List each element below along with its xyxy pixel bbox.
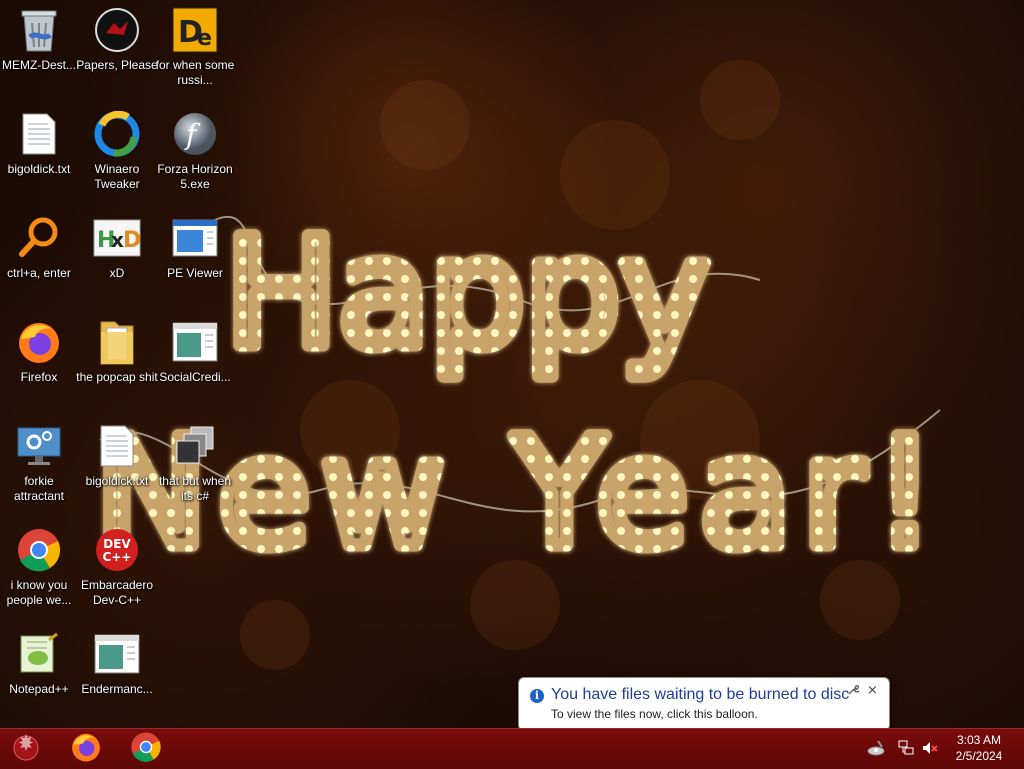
clock-date: 2/5/2024 bbox=[955, 749, 1003, 763]
svg-text:C++: C++ bbox=[103, 550, 132, 564]
icon-label: that but when its c# bbox=[158, 474, 232, 503]
desktop-icon-devcpp[interactable]: DEV C++ Embarcadero Dev-C++ bbox=[78, 520, 156, 620]
taskbar: 3:03 AM 2/5/2024 bbox=[0, 728, 1024, 769]
desktop-icon-memz[interactable]: MEMZ-Dest... bbox=[0, 0, 78, 100]
icon-label: for when some russi... bbox=[155, 58, 235, 87]
icon-label: Winaero Tweaker bbox=[94, 162, 140, 191]
icon-label: bigoldick.txt bbox=[7, 162, 71, 176]
chrome-icon bbox=[130, 731, 162, 767]
app-window-icon bbox=[171, 318, 219, 366]
flash-icon: f bbox=[171, 110, 219, 158]
start-orb-icon bbox=[10, 731, 42, 767]
folder-icon bbox=[93, 318, 141, 366]
text-file-icon bbox=[15, 110, 63, 158]
icon-label: ctrl+a, enter bbox=[7, 266, 71, 280]
hxd-icon: HxD bbox=[93, 214, 141, 262]
notepadpp-icon bbox=[15, 630, 63, 678]
network-icon[interactable] bbox=[896, 737, 916, 759]
icon-label: bigoldick.txt bbox=[85, 474, 149, 488]
desktop-icon-xd[interactable]: HxD xD bbox=[78, 208, 156, 308]
desktop[interactable]: Happy New Year! MEMZ-Dest... bigoldick.t… bbox=[0, 0, 1024, 728]
icon-label: the popcap shit bbox=[76, 370, 158, 384]
info-icon: i bbox=[530, 689, 544, 703]
text-file-icon bbox=[93, 422, 141, 470]
svg-text:e: e bbox=[197, 26, 212, 51]
balloon-options-icon[interactable] bbox=[847, 684, 861, 699]
icon-label: i know you people we... bbox=[6, 578, 72, 607]
winaero-tweaker-icon bbox=[93, 110, 141, 158]
icon-label: Endermanc... bbox=[81, 682, 153, 696]
icon-label: Forza Horizon 5.exe bbox=[157, 162, 233, 191]
icon-label: xD bbox=[109, 266, 125, 280]
clock[interactable]: 3:03 AM 2/5/2024 bbox=[944, 732, 1014, 764]
balloon-title: You have files waiting to be burned to d… bbox=[551, 686, 850, 703]
firefox-icon bbox=[70, 731, 102, 767]
desktop-icon-forkie[interactable]: forkie attractant bbox=[0, 416, 78, 516]
de-app-icon: De bbox=[171, 6, 219, 54]
clock-time: 3:03 AM bbox=[956, 733, 1002, 747]
desktop-icon-firefox[interactable]: Firefox bbox=[0, 312, 78, 412]
icon-label: SocialCredi... bbox=[159, 370, 231, 384]
chrome-icon bbox=[15, 526, 63, 574]
stacked-windows-icon bbox=[171, 422, 219, 470]
svg-text:DEV: DEV bbox=[103, 537, 131, 551]
desktop-icon-csharp[interactable]: that but when its c# bbox=[156, 416, 234, 516]
app-window-icon bbox=[93, 630, 141, 678]
desktop-icon-forza[interactable]: f Forza Horizon 5.exe bbox=[156, 104, 234, 204]
devcpp-icon: DEV C++ bbox=[93, 526, 141, 574]
pe-viewer-icon bbox=[171, 214, 219, 262]
volume-muted-icon[interactable] bbox=[920, 737, 940, 759]
desktop-icon-socialcredit[interactable]: SocialCredi... bbox=[156, 312, 234, 412]
desktop-icon-ctrl-a[interactable]: ctrl+a, enter bbox=[0, 208, 78, 308]
start-button[interactable] bbox=[2, 731, 50, 767]
icon-label: Notepad++ bbox=[9, 682, 69, 696]
balloon-close-button[interactable]: × bbox=[867, 683, 878, 698]
desktop-icon-endermanch[interactable]: Endermanc... bbox=[78, 624, 156, 724]
papers-please-icon bbox=[93, 6, 141, 54]
icon-label: Embarcadero Dev-C++ bbox=[80, 578, 154, 607]
desktop-icon-txt-1[interactable]: bigoldick.txt bbox=[0, 104, 78, 204]
recycle-bin-icon bbox=[15, 6, 63, 54]
icon-label: PE Viewer bbox=[167, 266, 223, 280]
burn-notification-balloon[interactable]: i You have files waiting to be burned to… bbox=[518, 677, 890, 728]
taskbar-firefox-button[interactable] bbox=[62, 731, 110, 767]
svg-text:D: D bbox=[123, 228, 141, 253]
icon-label: forkie attractant bbox=[13, 474, 65, 503]
desktop-icon-winaero[interactable]: Winaero Tweaker bbox=[78, 104, 156, 204]
taskbar-chrome-button[interactable] bbox=[122, 731, 170, 767]
desktop-icon-de[interactable]: De for when some russi... bbox=[156, 0, 234, 100]
icon-label: Papers, Please bbox=[76, 58, 158, 72]
disc-burn-icon[interactable] bbox=[866, 737, 886, 759]
desktop-icon-txt-2[interactable]: bigoldick.txt bbox=[78, 416, 156, 516]
firefox-icon bbox=[15, 318, 63, 366]
desktop-icon-pe-viewer[interactable]: PE Viewer bbox=[156, 208, 234, 308]
desktop-icon-papers-please[interactable]: Papers, Please bbox=[76, 0, 158, 100]
desktop-icon-chrome-shortcut[interactable]: i know you people we... bbox=[0, 520, 78, 620]
icon-label: MEMZ-Dest... bbox=[2, 58, 76, 72]
desktop-icon-popcap-folder[interactable]: the popcap shit bbox=[76, 312, 158, 412]
magnifier-icon bbox=[15, 214, 63, 262]
wallpaper-line-1: Happy bbox=[225, 207, 709, 381]
icon-label: Firefox bbox=[20, 370, 58, 384]
monitor-gear-icon bbox=[15, 422, 63, 470]
balloon-text: To view the files now, click this balloo… bbox=[551, 707, 758, 721]
desktop-icon-notepadpp[interactable]: Notepad++ bbox=[0, 624, 78, 724]
